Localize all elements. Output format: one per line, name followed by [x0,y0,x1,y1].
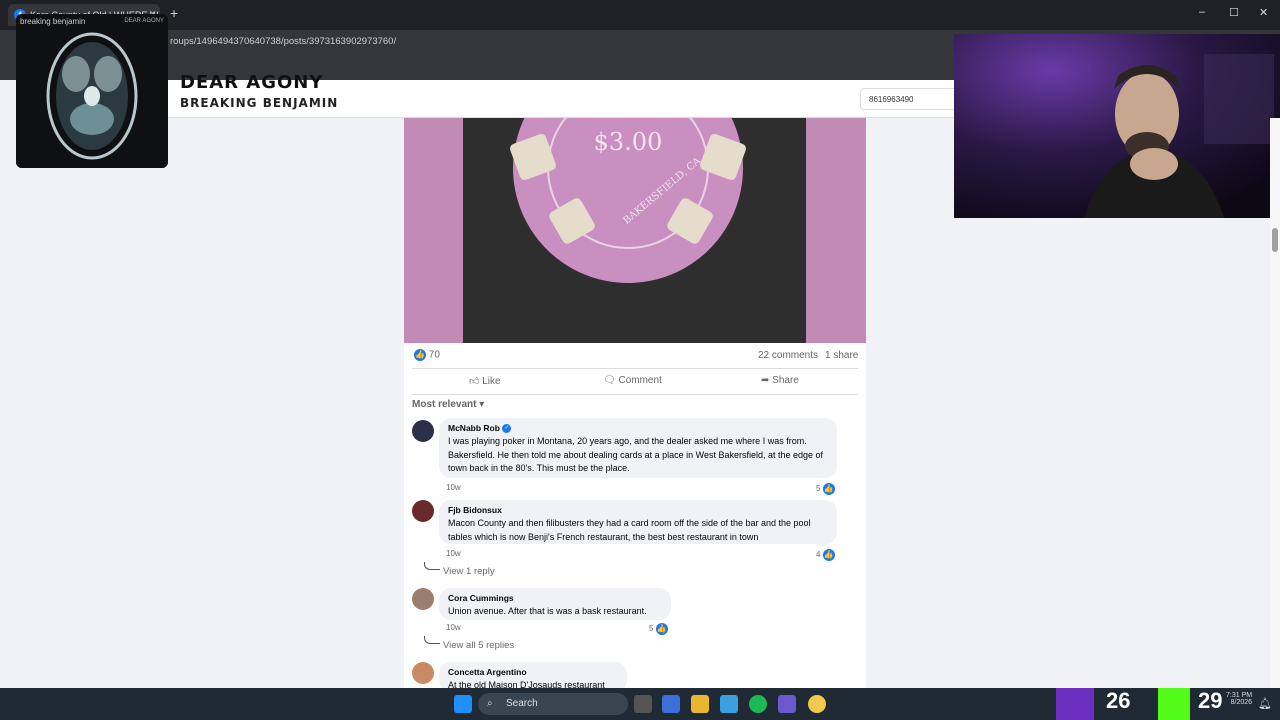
comment-text: Union avenue. After that is was a bask r… [448,606,647,616]
reply-connector [424,562,440,570]
sort-dropdown[interactable]: Most relevant ▾ [412,399,484,410]
taskbar-clock[interactable]: 7:31 PM 8/2026 [1226,692,1252,706]
browser-tab-bar: f Kern County of Old | WHERE W... × + – … [0,0,1280,30]
search-icon: ⌕ [487,698,493,709]
comment-reactions[interactable]: 5 👍 [649,623,668,635]
reaction-count: 4 [816,550,821,560]
close-window-button[interactable]: ✕ [1259,6,1268,19]
post-card: $3.00 BAKERSFIELD, CA 👍 70 22 comments 1… [404,118,866,692]
hud-fx-icon[interactable] [778,695,796,713]
thumbs-up-icon: 👍︎ [469,376,480,387]
kick-overlay-number: 29 [1198,688,1223,713]
comment-bubble: Fjb Bidonsux Macon County and then filib… [439,500,837,544]
spotify-icon[interactable] [749,695,767,713]
like-reaction-icon: 👍 [822,549,835,561]
commenter-name[interactable]: McNabb Rob ✓ [448,423,828,434]
search-input[interactable]: 8616963490 [860,88,960,110]
twitch-overlay-number: 26 [1106,688,1131,713]
album-art: breaking benjamin DEAR AGONY [16,14,168,168]
clock-time: 7:31 PM [1226,692,1253,699]
commenter-name[interactable]: Concetta Argentino [448,667,618,677]
song-title: DEAR AGONY [180,72,324,93]
comment-text: Macon County and then filibusters they h… [448,518,811,542]
album-label-left: breaking benjamin [20,17,86,26]
shares-count[interactable]: 1 share [825,350,858,361]
avatar[interactable] [412,588,434,610]
maximize-button[interactable]: ☐ [1229,6,1239,19]
divider [412,368,858,369]
page-scrollbar[interactable] [1270,118,1280,688]
post-photo[interactable]: $3.00 BAKERSFIELD, CA [404,118,866,343]
comment-text: I was playing poker in Montana, 20 years… [448,436,824,474]
avatar[interactable] [412,500,434,522]
share-icon: ➦ [761,375,770,386]
avatar[interactable] [412,420,434,442]
song-artist: BREAKING BENJAMIN [180,96,339,110]
new-tab-button[interactable]: + [170,5,178,21]
reaction-count: 5 [816,484,821,494]
comment-icon: 🗨︎ [603,375,616,386]
chevron-down-icon: ▾ [479,399,485,410]
task-view-icon[interactable] [634,695,652,713]
comment-bubble: McNabb Rob ✓ I was playing poker in Mont… [439,418,837,478]
taskbar-search-label: Search [506,698,538,709]
kick-icon [1158,688,1190,720]
comments-count[interactable]: 22 comments [758,350,818,361]
comment-bubble: Cora Cummings Union avenue. After that i… [439,588,671,620]
commenter-name-text: McNabb Rob [448,423,500,433]
comment-time[interactable]: 10w [446,549,461,558]
comment-reactions[interactable]: 5 👍 [816,483,835,495]
comment-reactions[interactable]: 4 👍 [816,549,835,561]
album-label-right: DEAR AGONY [124,18,164,24]
start-icon[interactable] [454,695,472,713]
avatar[interactable] [412,662,434,684]
commenter-name[interactable]: Fjb Bidonsux [448,505,828,515]
share-label: Share [772,375,799,386]
like-reaction-icon: 👍 [655,623,668,635]
comment-time[interactable]: 10w [446,483,461,492]
file-explorer-icon[interactable] [691,695,709,713]
view-replies-link[interactable]: View 1 reply [443,566,495,577]
like-label: Like [482,376,501,387]
copilot-icon[interactable] [662,695,680,713]
notification-bell-icon[interactable]: 🔔︎ [1258,697,1272,710]
like-reaction-icon: 👍 [822,483,835,495]
view-replies-link[interactable]: View all 5 replies [443,640,514,651]
divider [412,394,858,395]
scrollbar-thumb[interactable] [1272,228,1278,252]
reaction-summary[interactable]: 👍 70 [414,349,440,361]
reaction-count: 5 [649,624,654,634]
verified-badge-icon: ✓ [502,424,512,434]
taskbar-search[interactable]: ⌕ Search [478,693,628,715]
twitch-icon [1056,688,1094,720]
clock-date: 8/2026 [1230,699,1253,706]
reaction-count: 70 [428,349,440,361]
commenter-name[interactable]: Cora Cummings [448,593,662,603]
comment-time[interactable]: 10w [446,623,461,632]
url-text[interactable]: roups/1496494370640738/posts/39731639029… [170,36,396,47]
like-reaction-icon: 👍 [414,349,426,361]
share-button[interactable]: ➦ Share [761,375,799,386]
casino-chip-image: $3.00 BAKERSFIELD, CA [510,118,746,283]
brain-scan-image [16,14,168,168]
minimize-button[interactable]: – [1199,6,1205,18]
like-button[interactable]: 👍︎ Like [469,375,501,387]
notepad-icon[interactable] [720,695,738,713]
chip-value: $3.00 [594,128,663,156]
comment-label: Comment [618,375,662,386]
sort-label: Most relevant [412,399,477,410]
reply-connector [424,636,440,644]
chrome-icon[interactable] [808,695,826,713]
webcam-feed [954,34,1280,218]
comment-button[interactable]: 🗨︎ Comment [603,375,662,386]
